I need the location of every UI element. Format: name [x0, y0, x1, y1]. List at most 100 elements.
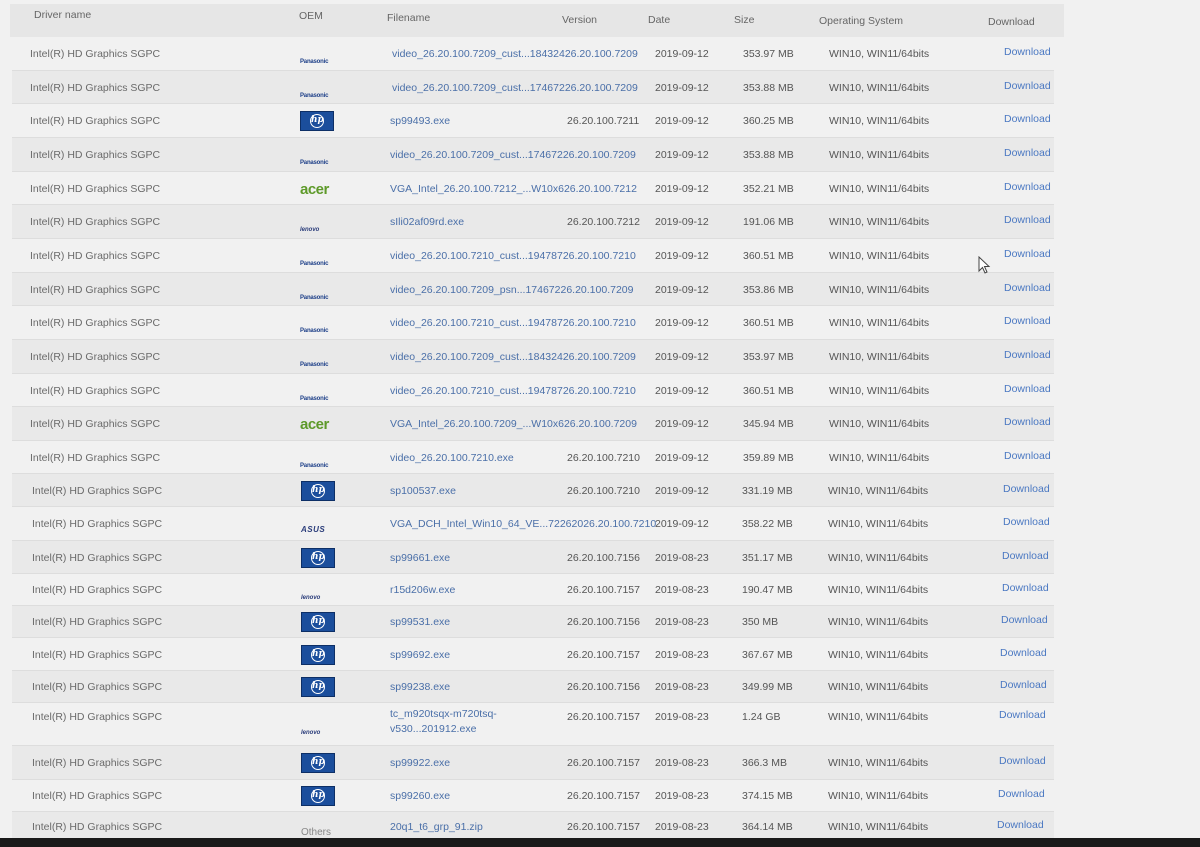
filename-link[interactable]: sp99661.exe	[390, 553, 450, 564]
header-date[interactable]: Date	[648, 15, 670, 26]
filename-link[interactable]: tc_m920tsqx-m720tsq-	[390, 709, 497, 720]
download-link[interactable]: Download	[999, 710, 1046, 721]
header-download[interactable]: Download	[988, 17, 1035, 28]
os-value: WIN10, WIN11/64bits	[828, 757, 929, 769]
table-row: Intel(R) HD Graphics SGPC hp sp99260.exe 26…	[0, 780, 1200, 812]
driver-name: Intel(R) HD Graphics SGPC	[32, 821, 163, 833]
filename-link[interactable]: sp99493.exe	[390, 116, 450, 127]
driver-name: Intel(R) HD Graphics SGPC	[30, 48, 161, 60]
download-link[interactable]: Download	[1004, 350, 1051, 361]
driver-table: Driver name OEM Filename Version Date Si…	[0, 0, 1200, 847]
date-value: 2019-08-23	[655, 821, 709, 833]
hp-logo-text: hp	[311, 615, 325, 629]
download-link[interactable]: Download	[1004, 81, 1051, 92]
download-link[interactable]: Download	[1004, 283, 1051, 294]
filename-link[interactable]: video_26.20.100.7210_cust...19478726.20.…	[390, 386, 636, 397]
download-link[interactable]: Download	[1004, 182, 1051, 193]
size-value: 191.06 MB	[743, 216, 794, 228]
download-link[interactable]: Download	[1000, 648, 1047, 659]
os-value: WIN10, WIN11/64bits	[829, 452, 930, 464]
download-link[interactable]: Download	[1000, 680, 1047, 691]
header-size[interactable]: Size	[734, 15, 754, 26]
filename-link[interactable]: video_26.20.100.7210.exe	[390, 453, 514, 464]
table-row: Intel(R) HD Graphics SGPC Panasonic video_…	[0, 37, 1200, 71]
lenovo-logo: lenovo	[301, 721, 320, 739]
filename-link[interactable]: video_26.20.100.7210_cust...19478726.20.…	[390, 318, 636, 329]
panasonic-logo-text: Panasonic	[300, 160, 329, 166]
driver-name: Intel(R) HD Graphics SGPC	[30, 385, 161, 397]
filename-link-line2[interactable]: v530...201912.exe	[390, 724, 476, 735]
download-link[interactable]: Download	[1004, 148, 1051, 159]
hp-logo-mark: hp	[301, 786, 335, 806]
os-value: WIN10, WIN11/64bits	[829, 351, 930, 363]
filename-link[interactable]: sp99238.exe	[390, 682, 450, 693]
header-filename[interactable]: Filename	[387, 13, 430, 24]
filename-link[interactable]: sp99922.exe	[390, 758, 450, 769]
hp-logo: hp	[301, 677, 335, 702]
download-link[interactable]: Download	[998, 789, 1045, 800]
download-link[interactable]: Download	[1004, 451, 1051, 462]
download-link[interactable]: Download	[1004, 316, 1051, 327]
acer-logo-text: acer	[300, 181, 329, 198]
os-value: WIN10, WIN11/64bits	[828, 821, 929, 833]
hp-logo-mark: hp	[301, 548, 335, 568]
panasonic-logo: Panasonic	[300, 84, 328, 102]
filename-link[interactable]: video_26.20.100.7209_cust...18432426.20.…	[392, 49, 638, 60]
download-link[interactable]: Download	[1004, 384, 1051, 395]
download-link[interactable]: Download	[1004, 47, 1051, 58]
filename-link[interactable]: video_26.20.100.7209_cust...17467226.20.…	[390, 150, 636, 161]
header-driver-name[interactable]: Driver name	[34, 10, 91, 21]
filename-link[interactable]: video_26.20.100.7210_cust...19478726.20.…	[390, 251, 636, 262]
os-value: WIN10, WIN11/64bits	[828, 616, 929, 628]
date-value: 2019-08-23	[655, 681, 709, 693]
filename-link[interactable]: video_26.20.100.7209_cust...18432426.20.…	[390, 352, 636, 363]
download-link[interactable]: Download	[1004, 114, 1051, 125]
download-link[interactable]: Download	[1002, 583, 1049, 594]
header-version[interactable]: Version	[562, 15, 597, 26]
date-value: 2019-09-12	[655, 149, 709, 161]
panasonic-logo-text: Panasonic	[300, 463, 329, 469]
driver-name: Intel(R) HD Graphics SGPC	[32, 584, 163, 596]
filename-link[interactable]: r15d206w.exe	[390, 585, 455, 596]
filename-link[interactable]: video_26.20.100.7209_psn...17467226.20.1…	[390, 285, 633, 296]
hp-logo-mark: hp	[300, 111, 334, 131]
hp-logo-text: hp	[311, 789, 325, 803]
size-value: 353.88 MB	[743, 149, 794, 161]
os-value: WIN10, WIN11/64bits	[828, 681, 929, 693]
row-background	[12, 703, 1054, 746]
download-link[interactable]: Download	[997, 820, 1044, 831]
date-value: 2019-09-12	[655, 452, 709, 464]
download-link[interactable]: Download	[1004, 249, 1051, 260]
header-operating-system[interactable]: Operating System	[819, 16, 903, 27]
download-link[interactable]: Download	[999, 756, 1046, 767]
filename-link[interactable]: sIli02af09rd.exe	[390, 217, 464, 228]
panasonic-logo: Panasonic	[300, 387, 328, 405]
filename-link[interactable]: VGA_Intel_26.20.100.7212_...W10x626.20.1…	[390, 184, 637, 195]
download-link[interactable]: Download	[1001, 615, 1048, 626]
download-link[interactable]: Download	[1004, 417, 1051, 428]
size-value: 353.88 MB	[743, 82, 794, 94]
filename-link[interactable]: sp99531.exe	[390, 617, 450, 628]
download-link[interactable]: Download	[1002, 551, 1049, 562]
hp-logo: hp	[301, 753, 335, 778]
download-link[interactable]: Download	[1003, 517, 1050, 528]
size-value: 353.86 MB	[743, 284, 794, 296]
hp-logo: hp	[301, 548, 335, 573]
hp-logo: hp	[300, 111, 334, 136]
filename-link[interactable]: 20q1_t6_grp_91.zip	[390, 822, 483, 833]
filename-link[interactable]: sp99260.exe	[390, 791, 450, 802]
size-value: 359.89 MB	[743, 452, 794, 464]
filename-link[interactable]: video_26.20.100.7209_cust...17467226.20.…	[392, 83, 638, 94]
os-value: WIN10, WIN11/64bits	[829, 418, 930, 430]
asus-logo: ASUS	[301, 519, 325, 537]
filename-link[interactable]: VGA_Intel_26.20.100.7209_...W10x626.20.1…	[390, 419, 637, 430]
table-row: Intel(R) HD Graphics SGPC acer VGA_Intel_2…	[0, 407, 1200, 441]
download-link[interactable]: Download	[1003, 484, 1050, 495]
date-value: 2019-09-12	[655, 216, 709, 228]
filename-link[interactable]: sp100537.exe	[390, 486, 456, 497]
filename-link[interactable]: sp99692.exe	[390, 650, 450, 661]
header-oem[interactable]: OEM	[299, 11, 323, 22]
download-link[interactable]: Download	[1004, 215, 1051, 226]
filename-link[interactable]: VGA_DCH_Intel_Win10_64_VE...72262026.20.…	[390, 519, 656, 530]
date-value: 2019-09-12	[655, 250, 709, 262]
